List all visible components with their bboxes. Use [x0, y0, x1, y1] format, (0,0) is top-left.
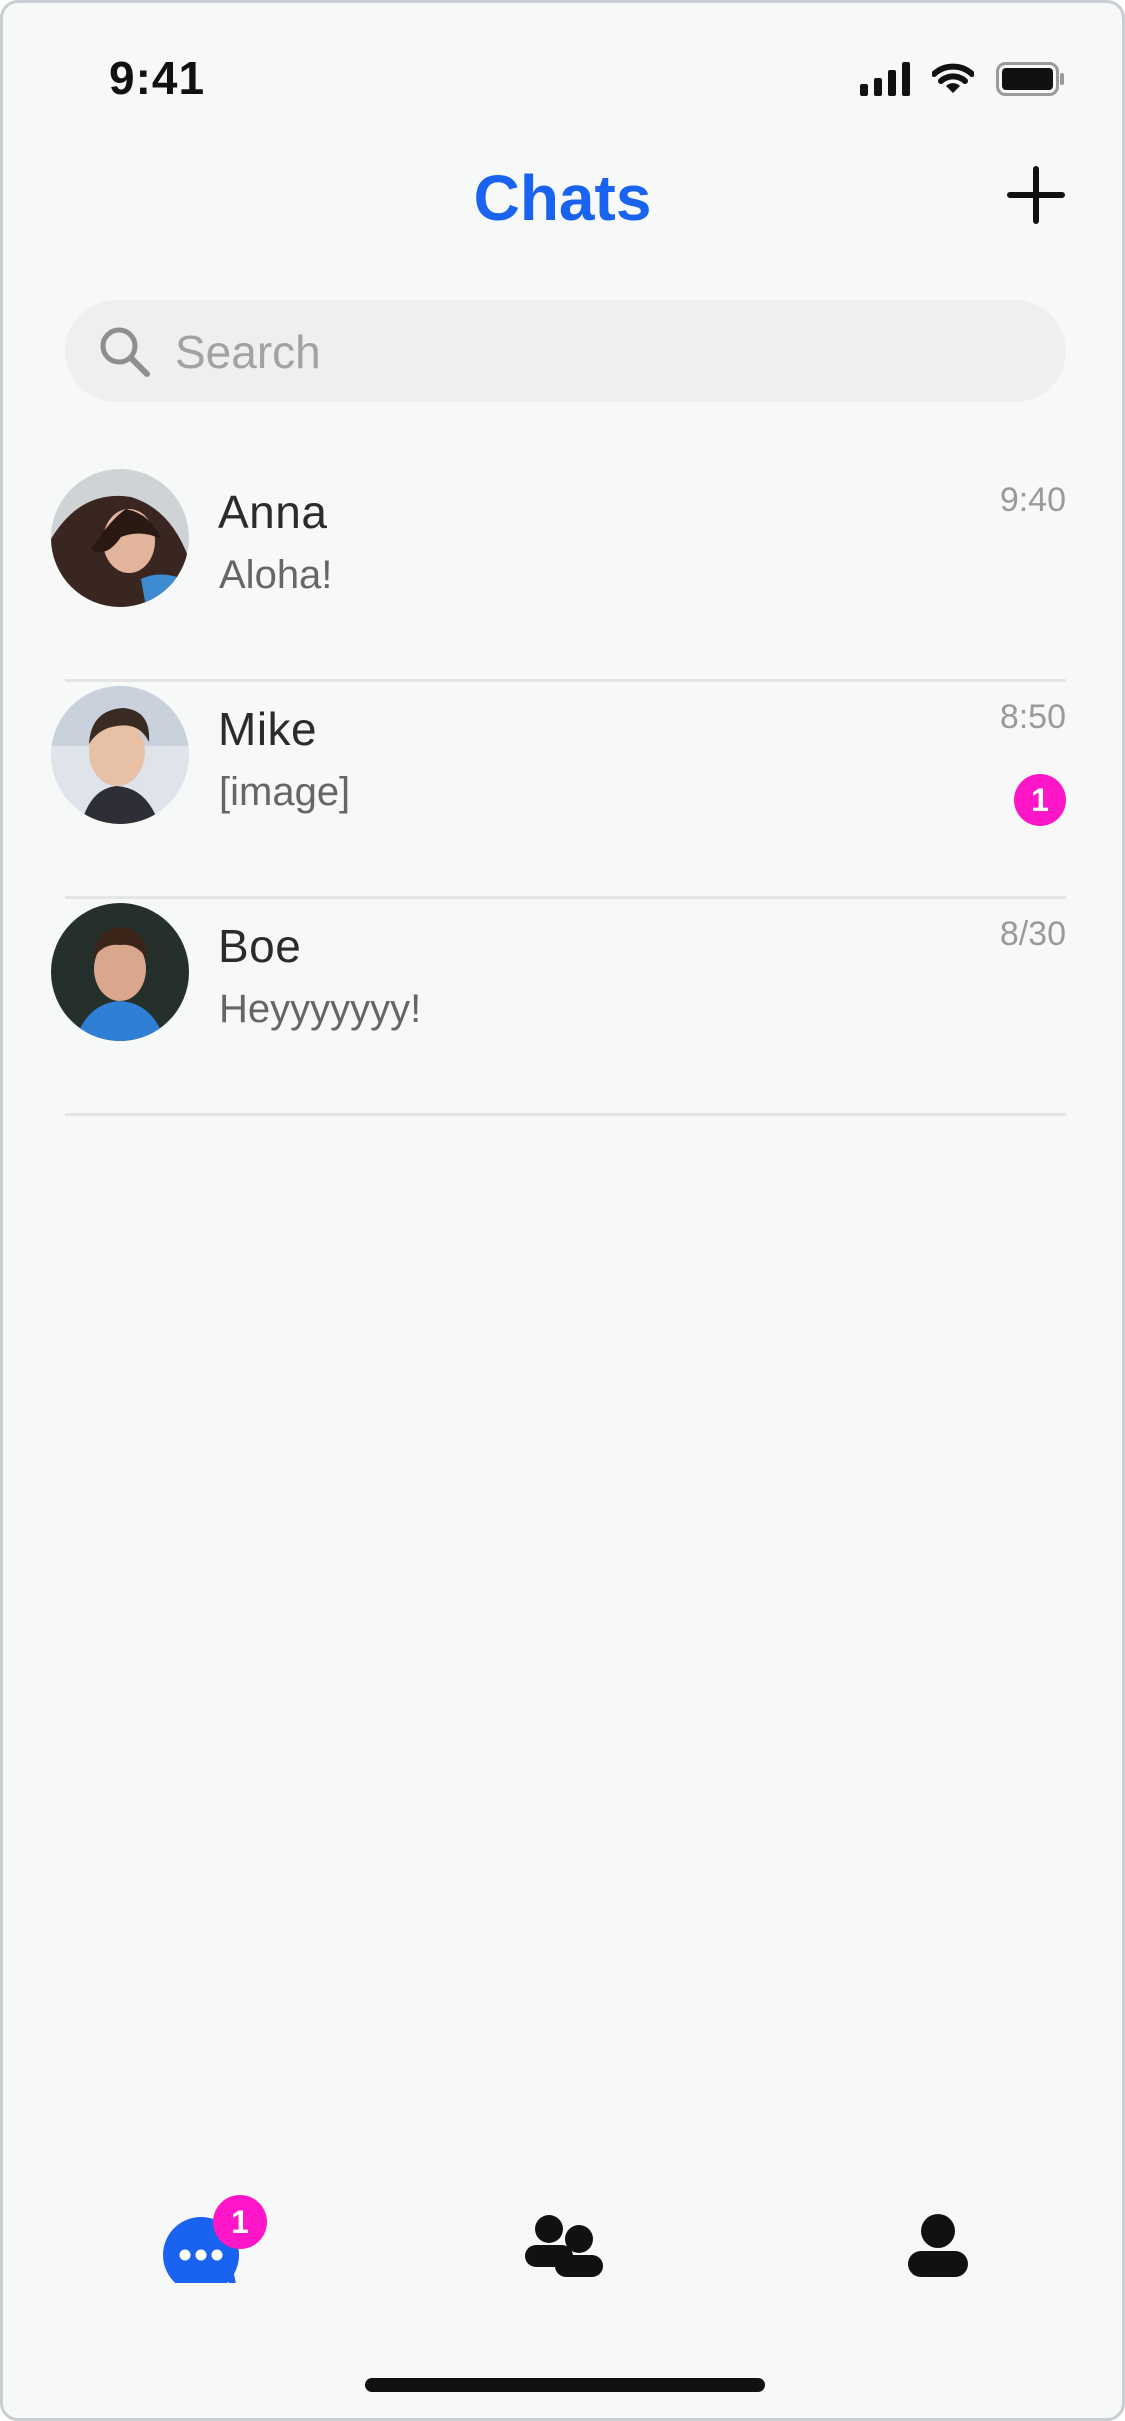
- tab-contacts[interactable]: [505, 2173, 625, 2283]
- avatar: [51, 469, 189, 607]
- chat-name: Anna: [218, 486, 328, 538]
- chat-time: 8:50: [999, 698, 1066, 736]
- contacts-icon: [525, 2215, 603, 2277]
- unread-badge: 1: [1014, 774, 1066, 826]
- battery-icon: [996, 62, 1064, 96]
- tab-bar: [3, 2163, 1122, 2293]
- header: Chats: [3, 153, 1122, 243]
- chat-row-boe[interactable]: Boe Heyyyyyyy! 8/30: [3, 899, 1122, 1116]
- avatar: [51, 903, 189, 1041]
- divider: [65, 1113, 1066, 1116]
- status-icons: [860, 59, 1066, 99]
- chat-name: Boe: [218, 920, 302, 972]
- chat-name: Mike: [218, 703, 318, 755]
- chat-time: 8/30: [999, 915, 1066, 953]
- chat-list: Anna Aloha! 9:40 Mike [image] 8:50 1 Boe…: [3, 465, 1122, 1116]
- search-icon: [100, 327, 150, 377]
- chat-preview: Heyyyyyyy!: [219, 987, 422, 1031]
- home-indicator[interactable]: [365, 2378, 765, 2392]
- status-bar: 9:41: [3, 3, 1122, 153]
- status-time: 9:41: [109, 52, 206, 104]
- new-chat-button[interactable]: [1006, 165, 1066, 225]
- tab-profile[interactable]: [878, 2173, 998, 2283]
- profile-icon: [908, 2214, 968, 2277]
- chat-row-anna[interactable]: Anna Aloha! 9:40: [3, 465, 1122, 682]
- chat-preview: [image]: [219, 770, 351, 814]
- search-bar[interactable]: [65, 300, 1066, 404]
- chat-row-mike[interactable]: Mike [image] 8:50 1: [3, 682, 1122, 899]
- chats-unread-badge: 1: [213, 2195, 267, 2249]
- wifi-icon: [932, 63, 974, 93]
- chat-time: 9:40: [999, 481, 1066, 519]
- phone-screen: 9:41 Chats Search Anna Aloha! 9:40 Mike …: [0, 0, 1125, 2421]
- search-input[interactable]: [173, 300, 1037, 404]
- plus-icon: [1007, 166, 1065, 224]
- avatar: [51, 686, 189, 824]
- chat-preview: Aloha!: [219, 553, 333, 597]
- page-title: Chats: [473, 162, 652, 234]
- cellular-signal-icon: [860, 62, 910, 96]
